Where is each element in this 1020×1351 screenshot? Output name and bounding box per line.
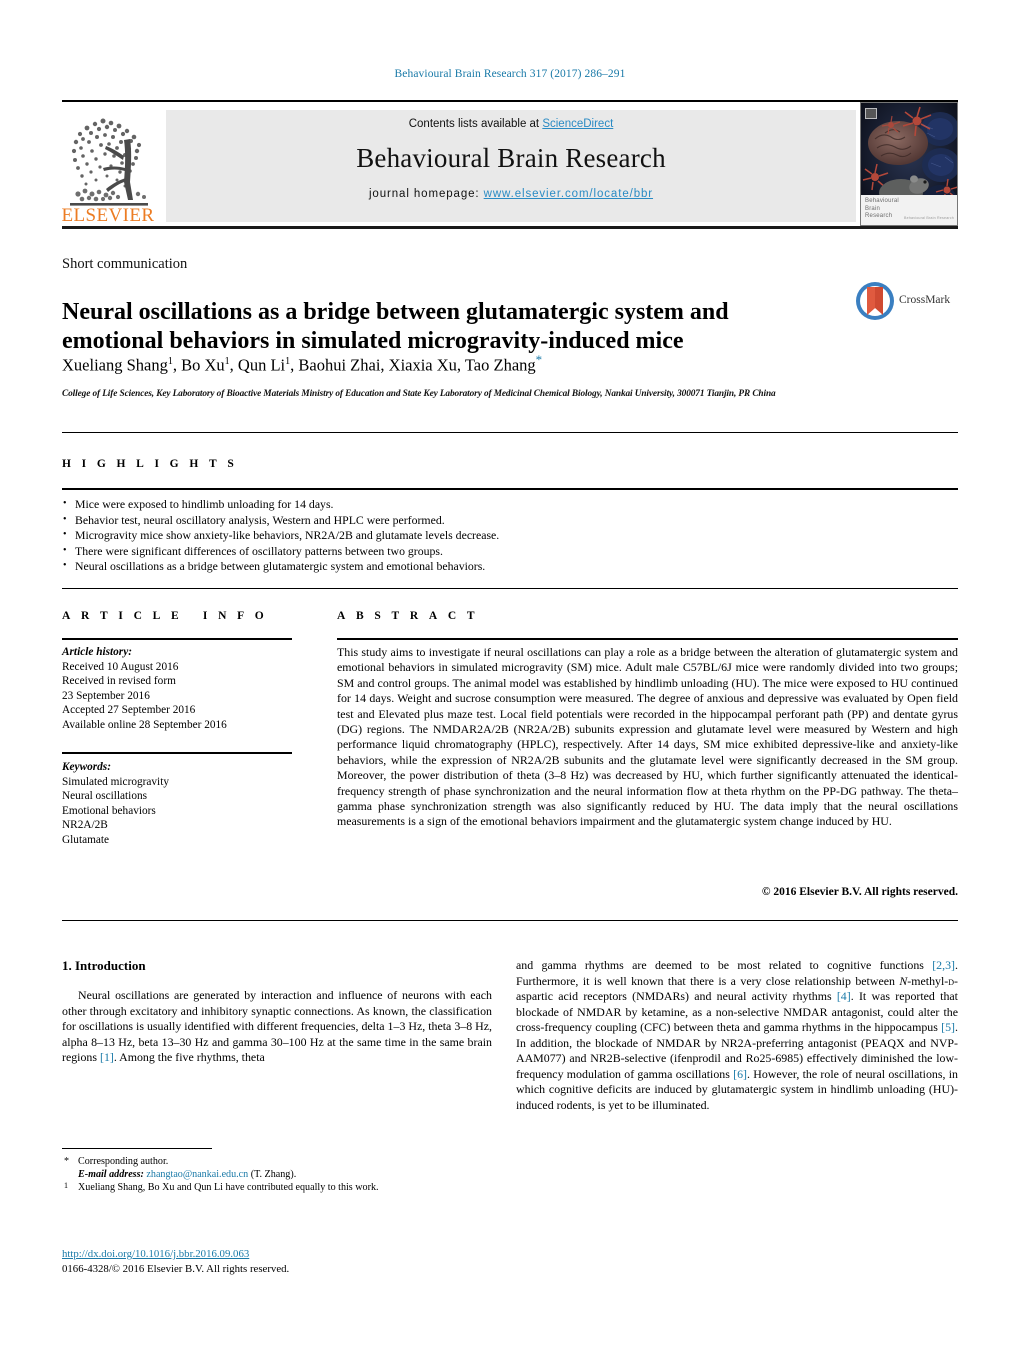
masthead-top-rule bbox=[62, 100, 958, 102]
list-item: Received 10 August 2016 bbox=[62, 660, 179, 673]
abstract-rule bbox=[337, 638, 958, 640]
page-title: Neural oscillations as a bridge between … bbox=[62, 299, 729, 355]
highlight-item-text: Behavior test, neural oscillatory analys… bbox=[75, 512, 445, 527]
highlights-list: • Mice were exposed to hindlimb unloading… bbox=[62, 497, 822, 575]
highlights-rule bbox=[62, 488, 958, 490]
footnotes: * Corresponding author. E-mail address: … bbox=[62, 1155, 502, 1195]
journal-homepage-link[interactable]: www.elsevier.com/locate/bbr bbox=[484, 188, 653, 200]
divider-after-highlights bbox=[62, 588, 958, 589]
list-item: 23 September 2016 bbox=[62, 689, 150, 702]
svg-text:ELSEVIER: ELSEVIER bbox=[62, 205, 154, 224]
footnote-email-suffix: (T. Zhang). bbox=[250, 1169, 297, 1181]
bullet-icon: • bbox=[63, 498, 67, 509]
highlight-item-text: There were significant differences of os… bbox=[75, 543, 443, 558]
keywords-block: Keywords: Simulated microgravity Neural o… bbox=[62, 760, 302, 848]
crossmark-badge[interactable]: CrossMark bbox=[855, 281, 960, 325]
divider-after-history bbox=[62, 752, 292, 754]
highlight-item: • Microgravity mice show anxiety-like beh… bbox=[62, 528, 822, 544]
doi-link[interactable]: http://dx.doi.org/10.1016/j.bbr.2016.09.… bbox=[62, 1247, 502, 1261]
bullet-icon: • bbox=[63, 529, 67, 541]
journal-masthead: ELSEVIER Contents lists available at Sci… bbox=[62, 100, 958, 229]
journal-header-band: Contents lists available at ScienceDirec… bbox=[166, 110, 856, 222]
contents-lists-line: Contents lists available at ScienceDirec… bbox=[409, 118, 614, 130]
footnote-rule bbox=[62, 1148, 212, 1149]
divider-after-abstract bbox=[62, 920, 958, 921]
article-info-heading: A R T I C L E I N F O bbox=[62, 610, 268, 622]
bullet-icon: • bbox=[63, 560, 67, 572]
highlights-heading: H I G H L I G H T S bbox=[62, 458, 238, 470]
highlight-item-text: Microgravity mice show anxiety-like beha… bbox=[75, 528, 500, 543]
divider-after-affiliation bbox=[62, 432, 958, 433]
highlight-item: • Neural oscillations as a bridge between… bbox=[62, 559, 822, 575]
contents-lists-prefix: Contents lists available at bbox=[408, 118, 543, 130]
author-list: Xueliang Shang1, Bo Xu1, Qun Li1, Baohui… bbox=[62, 352, 543, 375]
affiliation: College of Life Sciences, Key Laboratory… bbox=[62, 389, 776, 399]
abstract-text: This study aims to investigate if neural… bbox=[337, 645, 958, 829]
list-item: NR2A/2B bbox=[62, 819, 108, 832]
list-item: Glutamate bbox=[62, 833, 110, 846]
body-column-right: and gamma rhythms are deemed to be most … bbox=[516, 958, 958, 1112]
cover-caption-small: Behavioural Brain Research bbox=[904, 215, 954, 220]
footnote-marker-asterisk: * bbox=[64, 1156, 70, 1167]
list-item: Accepted 27 September 2016 bbox=[62, 704, 196, 717]
footnote-corresponding-author: * Corresponding author. bbox=[62, 1155, 502, 1168]
list-item: Emotional behaviors bbox=[62, 804, 156, 817]
crossmark-label: CrossMark bbox=[899, 294, 951, 306]
article-type: Short communication bbox=[62, 256, 188, 272]
footnote-email: E-mail address: zhangtao@nankai.edu.cn (… bbox=[62, 1168, 502, 1181]
keywords-label: Keywords: bbox=[62, 761, 111, 773]
journal-homepage-label: journal homepage: bbox=[368, 188, 480, 200]
crossmark-icon bbox=[856, 282, 894, 320]
highlight-item-text: Mice were exposed to hindlimb unloading … bbox=[75, 497, 334, 511]
list-item: Received in revised form bbox=[62, 675, 176, 688]
list-item: Neural oscillations bbox=[62, 790, 148, 803]
bullet-icon: • bbox=[63, 513, 67, 525]
article-info-rule bbox=[62, 638, 292, 640]
cover-caption: Behavioural Brain Research Behavioural B… bbox=[861, 195, 957, 225]
footnote-email-link[interactable]: zhangtao@nankai.edu.cn bbox=[146, 1169, 248, 1180]
body-column-left: Neural oscillations are generated by int… bbox=[62, 988, 492, 1064]
cover-caption-line1: Behavioural bbox=[865, 198, 899, 204]
running-head: Behavioural Brain Research 317 (2017) 28… bbox=[394, 68, 626, 80]
abstract-heading: A B S T R A C T bbox=[337, 610, 479, 622]
list-item: Simulated microgravity bbox=[62, 775, 169, 788]
list-item: Available online 28 September 2016 bbox=[62, 718, 227, 731]
copyright-line: © 2016 Elsevier B.V. All rights reserved… bbox=[761, 886, 958, 898]
article-history: Article history: Received 10 August 2016… bbox=[62, 645, 302, 733]
elsevier-logo: ELSEVIER bbox=[62, 106, 154, 226]
footnote-equal-text: Xueliang Shang, Bo Xu and Qun Li have co… bbox=[78, 1182, 379, 1194]
journal-cover-thumbnail: Behavioural Brain Research Behavioural B… bbox=[860, 102, 958, 226]
cover-caption-line2: Brain bbox=[865, 205, 881, 212]
footnote-corresponding-text: Corresponding author. bbox=[78, 1156, 169, 1167]
article-history-lines: Received 10 August 2016 Received in revis… bbox=[62, 660, 302, 733]
issn-copyright-line: 0166-4328/© 2016 Elsevier B.V. All right… bbox=[62, 1263, 290, 1275]
highlight-item: • There were significant differences of o… bbox=[62, 544, 822, 560]
highlight-item-text: Neural oscillations as a bridge between … bbox=[75, 559, 486, 574]
footnote-email-label: E-mail address: bbox=[78, 1169, 144, 1181]
journal-title: Behavioural Brain Research bbox=[356, 143, 666, 173]
masthead-bottom-rule bbox=[62, 226, 958, 229]
bullet-icon: • bbox=[63, 544, 67, 556]
footnote-equal-contribution: 1 Xueliang Shang, Bo Xu and Qun Li have … bbox=[62, 1181, 502, 1194]
journal-article-page: Behavioural Brain Research 317 (2017) 28… bbox=[0, 0, 1020, 1351]
highlight-item: • Behavior test, neural oscillatory analy… bbox=[62, 513, 822, 529]
section-heading-introduction: 1. Introduction bbox=[62, 958, 146, 973]
journal-homepage-line: journal homepage: www.elsevier.com/locat… bbox=[369, 188, 653, 200]
keywords-list: Simulated microgravity Neural oscillation… bbox=[62, 775, 302, 848]
footnote-marker-one: 1 bbox=[64, 1181, 68, 1191]
highlight-item: • Mice were exposed to hindlimb unloading… bbox=[62, 497, 822, 513]
article-history-label: Article history: bbox=[62, 646, 132, 658]
sciencedirect-link[interactable]: ScienceDirect bbox=[542, 118, 613, 130]
